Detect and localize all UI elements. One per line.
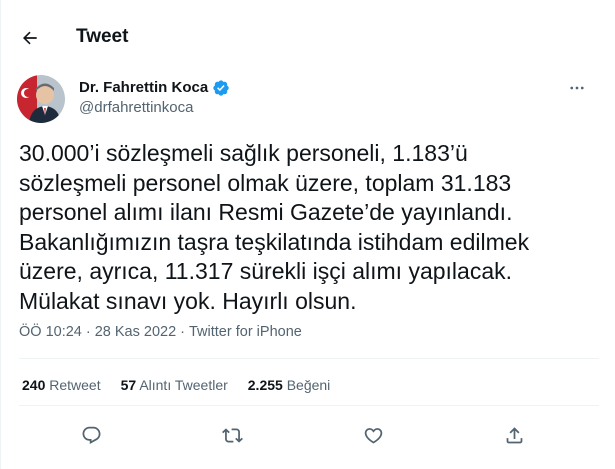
divider bbox=[19, 405, 599, 406]
likes-count: 2.255 bbox=[247, 377, 283, 393]
share-icon bbox=[506, 426, 522, 443]
tweet-meta: ÖÖ 10:24 · 28 Kas 2022 · Twitter for iPh… bbox=[19, 323, 302, 341]
quotes-count: 57 bbox=[120, 377, 137, 393]
back-button[interactable] bbox=[13, 21, 47, 55]
author-name: Dr. Fahrettin Koca bbox=[79, 79, 209, 96]
retweet-icon bbox=[221, 427, 243, 443]
meta-separator: · bbox=[180, 324, 185, 340]
tweet-date[interactable]: 28 Kas 2022 bbox=[95, 323, 176, 341]
page-title: Tweet bbox=[76, 26, 129, 47]
reply-button[interactable] bbox=[76, 420, 106, 450]
retweets-label: Retweet bbox=[49, 377, 101, 393]
heart-icon bbox=[364, 427, 382, 444]
retweet-button[interactable] bbox=[217, 420, 247, 450]
quotes-label: Alıntı Tweetler bbox=[139, 377, 228, 393]
retweets-stat[interactable]: 240 Retweet bbox=[22, 376, 101, 394]
reply-icon bbox=[82, 426, 100, 444]
avatar[interactable] bbox=[17, 75, 65, 123]
avatar-image bbox=[17, 75, 65, 123]
likes-stat[interactable]: 2.255 Beğeni bbox=[248, 376, 331, 394]
tweet-stats: 240 Retweet 57 Alıntı Tweetler 2.255 Beğ… bbox=[22, 376, 330, 394]
arrow-left-icon bbox=[23, 31, 37, 45]
tweet-source[interactable]: Twitter for iPhone bbox=[189, 323, 302, 341]
tweet-time[interactable]: ÖÖ 10:24 bbox=[19, 323, 82, 341]
more-button[interactable] bbox=[564, 78, 590, 98]
meta-separator: · bbox=[85, 324, 91, 340]
verified-badge-icon bbox=[213, 80, 229, 96]
author-handle[interactable]: @drfahrettinkoca bbox=[79, 99, 193, 117]
like-button[interactable] bbox=[358, 420, 388, 450]
more-horizontal-icon bbox=[570, 86, 584, 90]
retweets-count: 240 bbox=[22, 377, 46, 393]
tweet-page: Tweet Dr. Fahrettin Koca @drfahrettinkoc… bbox=[0, 0, 615, 469]
author-name-link[interactable]: Dr. Fahrettin Koca bbox=[79, 79, 230, 97]
divider bbox=[19, 358, 599, 359]
tweet-actions bbox=[1, 420, 615, 450]
page-header: Tweet bbox=[1, 0, 615, 73]
likes-label: Beğeni bbox=[286, 377, 331, 393]
share-button[interactable] bbox=[499, 420, 529, 450]
tweet-text: 30.000’i sözleşmeli sağlık personeli, 1.… bbox=[19, 140, 530, 314]
quotes-stat[interactable]: 57 Alıntı Tweetler bbox=[121, 376, 228, 394]
